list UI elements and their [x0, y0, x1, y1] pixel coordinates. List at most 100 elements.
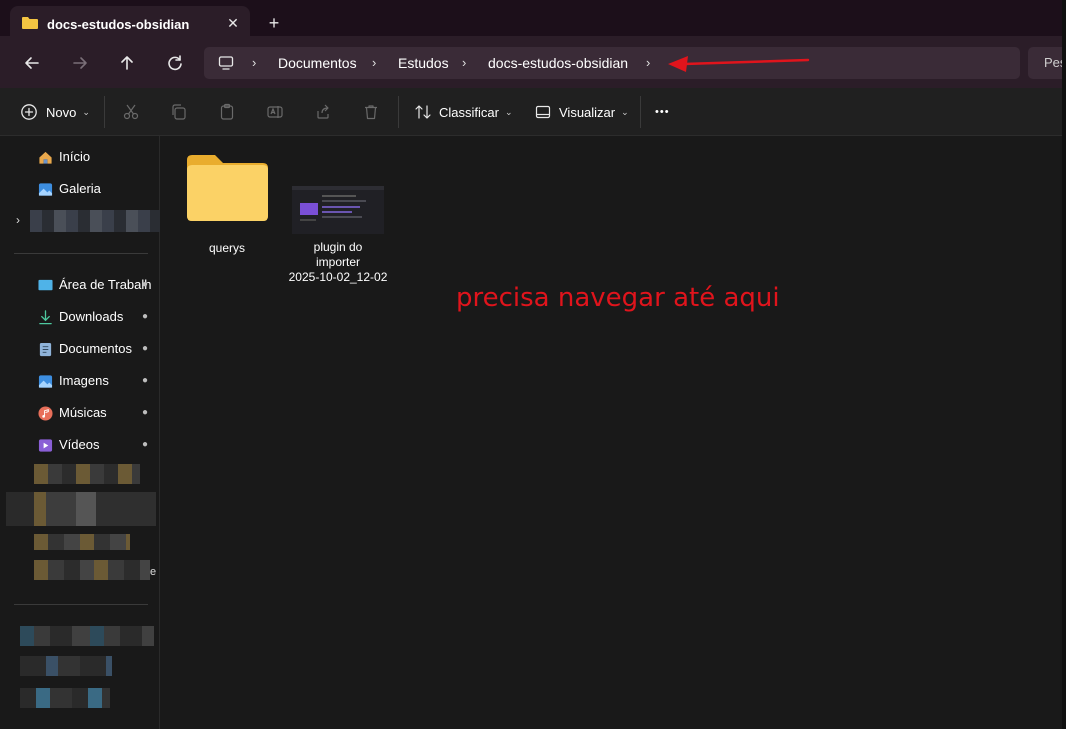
redacted-item: [34, 560, 150, 580]
sidebar-item-label: Imagens: [59, 373, 109, 388]
sidebar-item-label: Vídeos: [59, 437, 100, 452]
up-button[interactable]: [113, 49, 141, 77]
desktop-icon: [38, 279, 53, 291]
clipboard-icon: [220, 103, 234, 120]
view-button[interactable]: Visualizar ⌄: [534, 100, 629, 124]
redacted-item: [34, 464, 140, 484]
sidebar-item-downloads[interactable]: Downloads ●: [0, 302, 158, 332]
breadcrumb-documentos[interactable]: Documentos: [278, 55, 357, 71]
file-item-plugin-importer[interactable]: plugin do importer 2025-10-02_12-02: [288, 186, 388, 286]
sort-icon: [415, 105, 431, 119]
sidebar-item-imagens[interactable]: Imagens ●: [0, 366, 158, 396]
red-arrow-annotation: [668, 56, 810, 72]
sidebar-item-label: Documentos: [59, 341, 132, 356]
sidebar-item-label: Músicas: [59, 405, 107, 420]
paste-button[interactable]: [218, 100, 236, 124]
chevron-right-icon: ›: [462, 55, 467, 70]
pin-icon: ●: [142, 439, 149, 450]
sidebar-divider: [14, 604, 148, 605]
sidebar-item-documentos[interactable]: Documentos ●: [0, 334, 158, 364]
sidebar-item-videos[interactable]: Vídeos ●: [0, 430, 158, 460]
documents-icon: [39, 342, 52, 357]
file-name-line: importer: [315, 255, 360, 269]
sidebar-item-label: Downloads: [59, 309, 124, 324]
copy-icon: [172, 104, 186, 120]
folder-icon: [22, 17, 38, 29]
chevron-right-icon[interactable]: ›: [646, 55, 650, 70]
share-button[interactable]: [314, 100, 332, 124]
download-icon: [39, 310, 52, 325]
share-icon: [317, 104, 329, 119]
refresh-button[interactable]: [161, 49, 189, 77]
truncated-label: e: [150, 566, 157, 578]
redacted-item: [30, 210, 160, 232]
chevron-down-icon: ⌄: [504, 106, 513, 117]
toolbar-divider: [640, 96, 641, 128]
scissors-icon: [123, 104, 139, 120]
breadcrumb-estudos[interactable]: Estudos: [398, 55, 449, 71]
sidebar-item-desktop[interactable]: Área de Trabalh ●: [0, 270, 158, 300]
image-thumbnail: [292, 186, 384, 234]
redacted-item: [20, 688, 110, 708]
sort-label: Classificar: [439, 104, 499, 120]
command-bar: Novo ⌄ Classificar ⌄ Visualizar ⌄ •••: [0, 88, 1066, 136]
arrow-right-icon: [73, 57, 87, 69]
file-name-line: 2025-10-02_12-02: [288, 270, 388, 284]
refresh-icon: [168, 55, 182, 71]
forward-button[interactable]: [66, 49, 94, 77]
sidebar-item-label: Início: [59, 149, 91, 164]
folder-name: querys: [208, 241, 246, 255]
view-label: Visualizar: [559, 104, 616, 120]
file-name-line: plugin do: [313, 240, 363, 254]
chevron-right-icon[interactable]: ›: [16, 213, 20, 227]
videos-icon: [38, 439, 53, 452]
copy-button[interactable]: [170, 100, 188, 124]
window-edge: [1062, 0, 1066, 729]
redacted-item: [34, 534, 130, 550]
computer-icon: [218, 56, 234, 70]
annotation-text: precisa navegar até aqui: [456, 283, 780, 313]
pin-icon: ●: [142, 311, 149, 322]
music-icon: [38, 406, 53, 421]
sort-button[interactable]: Classificar ⌄: [414, 100, 513, 124]
close-tab-button[interactable]: ✕: [224, 14, 242, 32]
chevron-down-icon: ⌄: [621, 106, 629, 117]
arrow-up-icon: [121, 56, 133, 70]
back-button[interactable]: [18, 49, 46, 77]
sidebar-item-galeria[interactable]: Galeria: [0, 174, 158, 204]
new-button[interactable]: Novo ⌄: [20, 100, 90, 124]
new-label: Novo: [46, 104, 77, 120]
tab-title: docs-estudos-obsidian: [47, 17, 190, 32]
pin-icon: ●: [142, 375, 149, 386]
redacted-item: [20, 656, 112, 676]
toolbar-divider: [398, 96, 399, 128]
sidebar-item-inicio[interactable]: Início: [0, 142, 158, 172]
breadcrumb-docs-estudos-obsidian[interactable]: docs-estudos-obsidian: [488, 55, 628, 71]
sidebar-item-musicas[interactable]: Músicas ●: [0, 398, 158, 428]
address-bar[interactable]: › Documentos › Estudos › docs-estudos-ob…: [204, 47, 1020, 79]
pin-icon: ●: [142, 343, 149, 354]
new-tab-button[interactable]: +: [262, 12, 286, 36]
rename-button[interactable]: [266, 100, 284, 124]
redacted-item: [20, 626, 154, 646]
chevron-right-icon: ›: [252, 55, 257, 70]
sidebar-divider: [14, 253, 148, 254]
chevron-down-icon: ⌄: [82, 106, 90, 117]
sidebar-item-label: Área de Trabalh: [59, 277, 152, 292]
trash-icon: [365, 105, 377, 120]
arrow-left-icon: [25, 57, 39, 69]
more-options-button[interactable]: •••: [655, 100, 670, 124]
folder-icon: [187, 155, 268, 221]
toolbar-divider: [104, 96, 105, 128]
folder-item-querys[interactable]: querys: [177, 152, 277, 262]
search-input[interactable]: Pes: [1028, 47, 1066, 79]
pictures-icon: [38, 375, 53, 388]
pin-icon: ●: [142, 407, 149, 418]
redacted-item-selected: [6, 492, 156, 526]
cut-button[interactable]: [122, 100, 140, 124]
delete-button[interactable]: [362, 100, 380, 124]
home-icon: [39, 151, 52, 164]
chevron-right-icon: ›: [372, 55, 377, 70]
tab-docs-estudos-obsidian[interactable]: docs-estudos-obsidian ✕: [10, 6, 250, 44]
rename-icon: [267, 106, 283, 118]
